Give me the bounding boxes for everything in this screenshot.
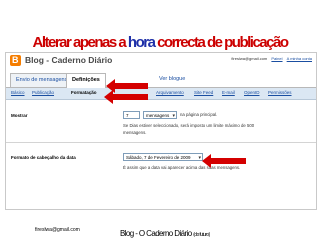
posts-count-input[interactable]: 7 bbox=[123, 111, 140, 119]
blogger-logo-icon bbox=[10, 55, 21, 66]
dashboard-link[interactable]: Painel bbox=[271, 56, 282, 61]
main-tabs: Envio de mensagens Definições Ver blogue bbox=[6, 73, 316, 88]
title-highlight: hora bbox=[127, 34, 156, 51]
tab-settings[interactable]: Definições bbox=[66, 73, 106, 88]
show-posts-label: Mostrar bbox=[11, 113, 28, 118]
footer-title: Blog - O Caderno Diário (do futuro) bbox=[120, 229, 210, 238]
tab-view-blog[interactable]: Ver blogue bbox=[154, 73, 190, 86]
posts-help-2: mensagens. bbox=[123, 130, 147, 135]
blog-name: Blog - Caderno Diário bbox=[25, 55, 113, 65]
subnav-archiving[interactable]: Arquivamento bbox=[156, 90, 184, 95]
footer-title-main: Blog - O Caderno Diário bbox=[120, 229, 194, 238]
section-divider bbox=[6, 142, 316, 143]
posts-help-1: Se Dias estiver seleccionado, será impos… bbox=[123, 123, 255, 128]
arrow-to-formatting-icon bbox=[104, 90, 148, 104]
blogger-screenshot: Blog - Caderno Diário fireslwa@gmail.com… bbox=[5, 52, 317, 210]
subnav-email[interactable]: E-mail bbox=[222, 90, 235, 95]
subnav-publishing[interactable]: Publicação bbox=[32, 90, 54, 95]
account-email: fireslwa@gmail.com bbox=[231, 56, 268, 61]
posts-unit-select[interactable]: mensagens bbox=[143, 111, 177, 120]
date-format-select[interactable]: Sábado, 7 de Fevereiro de 2009 bbox=[123, 153, 203, 162]
title-part-1: Alterar apenas a bbox=[32, 34, 128, 51]
posts-suffix: na página principal. bbox=[180, 112, 218, 117]
subnav-openid[interactable]: OpenID bbox=[244, 90, 260, 95]
footer-title-note: (do futuro) bbox=[193, 232, 210, 238]
subnav-site-feed[interactable]: Site Feed bbox=[194, 90, 213, 95]
my-account-link[interactable]: A minha conta bbox=[287, 56, 312, 61]
settings-subnav: Básico Publicação Formatação Arquivament… bbox=[6, 88, 316, 100]
blogger-header: Blog - Caderno Diário fireslwa@gmail.com… bbox=[6, 53, 316, 68]
subnav-formatting[interactable]: Formatação bbox=[71, 90, 97, 95]
subnav-basic[interactable]: Básico bbox=[11, 90, 25, 95]
arrow-to-date-select-icon bbox=[202, 154, 246, 168]
tab-posting[interactable]: Envio de mensagens bbox=[10, 73, 74, 87]
footer-email: fireslwa@gmail.com bbox=[35, 227, 80, 233]
subnav-permissions[interactable]: Permissões bbox=[268, 90, 292, 95]
account-bar: fireslwa@gmail.com Painel A minha conta bbox=[231, 56, 312, 61]
date-format-label: Formato de cabeçalho da data bbox=[11, 155, 76, 160]
title-part-2: correcta de publicação bbox=[154, 34, 289, 51]
slide-title: Alterar apenas a hora correcta de public… bbox=[0, 34, 320, 51]
